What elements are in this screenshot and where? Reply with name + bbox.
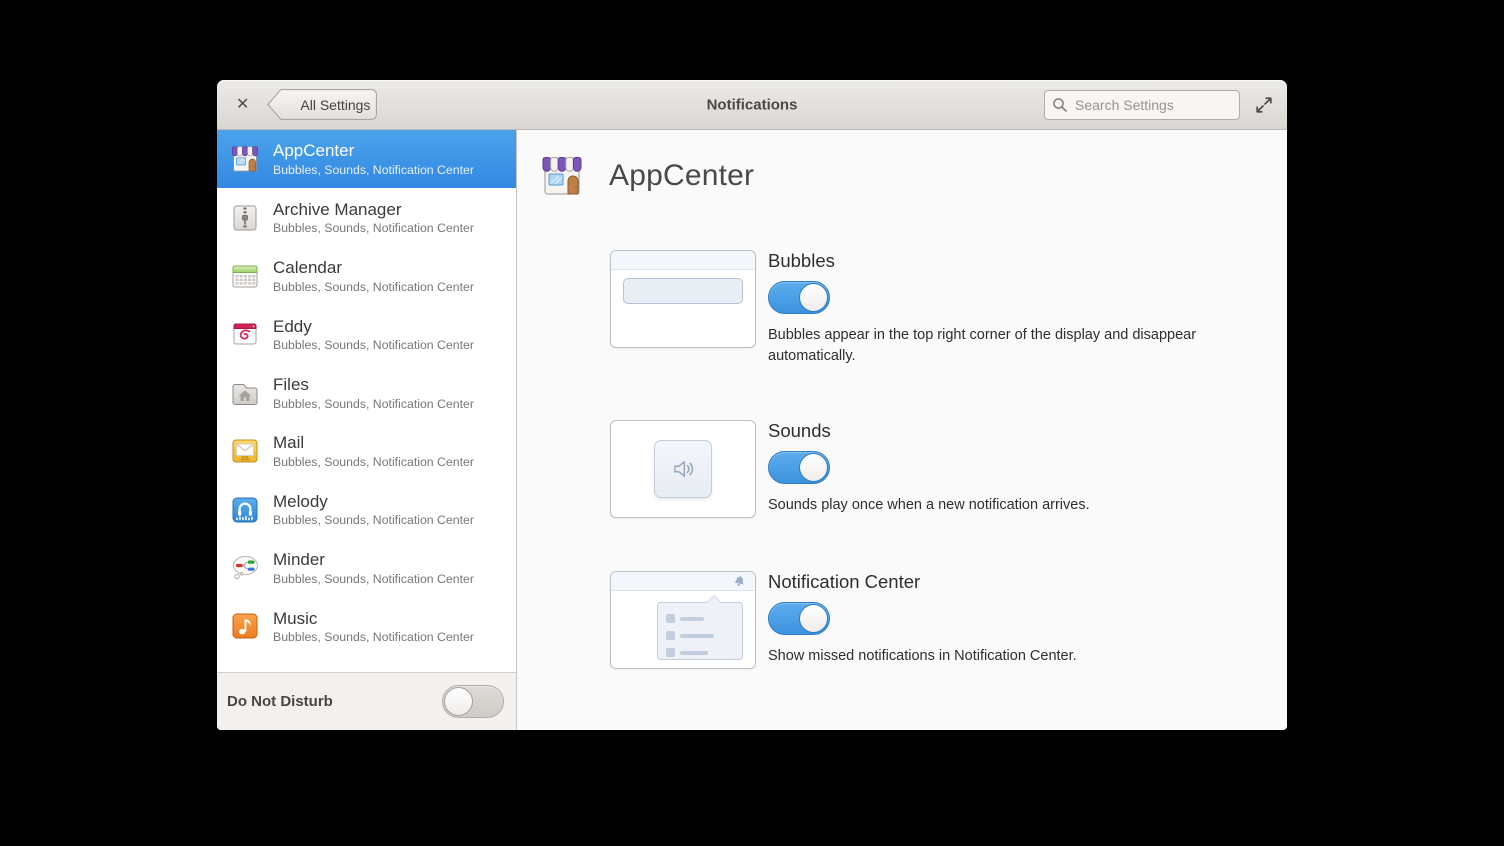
app-page-title: AppCenter bbox=[609, 159, 754, 193]
toggle-knob bbox=[444, 687, 473, 716]
calendar-icon bbox=[229, 260, 261, 292]
app-subtitle: Bubbles, Sounds, Notification Center bbox=[273, 572, 474, 586]
app-subtitle: Bubbles, Sounds, Notification Center bbox=[273, 163, 474, 177]
app-subtitle: Bubbles, Sounds, Notification Center bbox=[273, 455, 474, 469]
close-icon[interactable]: ✕ bbox=[236, 97, 249, 113]
search-field-wrap bbox=[1044, 90, 1240, 120]
notification-row bbox=[666, 614, 734, 623]
notification-center-description: Show missed notifications in Notificatio… bbox=[768, 646, 1248, 667]
notification-center-illustration bbox=[610, 571, 756, 669]
app-title: Music bbox=[273, 609, 474, 629]
eddy-icon bbox=[229, 318, 261, 350]
appcenter-store-icon bbox=[229, 143, 261, 175]
mail-icon bbox=[229, 435, 261, 467]
sidebar-item-eddy[interactable]: Eddy Bubbles, Sounds, Notification Cente… bbox=[217, 305, 516, 363]
settings-window: ✕ All Settings Notifications bbox=[217, 80, 1287, 730]
toggle-knob bbox=[799, 283, 828, 312]
search-icon bbox=[1052, 97, 1068, 113]
app-title: Archive Manager bbox=[273, 200, 474, 220]
illustration-titlebar bbox=[611, 251, 755, 270]
section-sounds: Sounds Sounds play once when a new notif… bbox=[610, 420, 1287, 518]
notification-bubble-shape bbox=[623, 278, 743, 304]
page-title: Notifications bbox=[707, 96, 798, 113]
minder-mindmap-icon bbox=[229, 552, 261, 584]
app-sidebar: AppCenter Bubbles, Sounds, Notification … bbox=[217, 130, 517, 730]
app-subtitle: Bubbles, Sounds, Notification Center bbox=[273, 513, 474, 527]
app-title: AppCenter bbox=[273, 141, 474, 161]
bubbles-toggle[interactable] bbox=[768, 281, 830, 314]
all-settings-back-button[interactable]: All Settings bbox=[267, 89, 377, 120]
sidebar-item-files[interactable]: Files Bubbles, Sounds, Notification Cent… bbox=[217, 364, 516, 422]
section-notification-center: Notification Center Show missed notifica… bbox=[610, 571, 1287, 669]
bubbles-description: Bubbles appear in the top right corner o… bbox=[768, 325, 1248, 367]
window-content: AppCenter Bubbles, Sounds, Notification … bbox=[217, 130, 1287, 730]
sidebar-item-calendar[interactable]: Calendar Bubbles, Sounds, Notification C… bbox=[217, 247, 516, 305]
app-title: Calendar bbox=[273, 258, 474, 278]
sidebar-item-music[interactable]: Music Bubbles, Sounds, Notification Cent… bbox=[217, 597, 516, 655]
illustration-titlebar bbox=[611, 572, 755, 591]
app-title: Melody bbox=[273, 492, 474, 512]
do-not-disturb-bar: Do Not Disturb bbox=[217, 672, 516, 730]
sound-button-shape bbox=[654, 440, 712, 498]
app-subtitle: Bubbles, Sounds, Notification Center bbox=[273, 338, 474, 352]
app-title: Minder bbox=[273, 550, 474, 570]
sounds-toggle[interactable] bbox=[768, 451, 830, 484]
app-header: AppCenter bbox=[538, 152, 1287, 200]
app-title: Mail bbox=[273, 433, 474, 453]
archive-zip-icon bbox=[229, 202, 261, 234]
sidebar-item-archive-manager[interactable]: Archive Manager Bubbles, Sounds, Notific… bbox=[217, 188, 516, 246]
app-subtitle: Bubbles, Sounds, Notification Center bbox=[273, 397, 474, 411]
notification-center-toggle[interactable] bbox=[768, 602, 830, 635]
app-subtitle: Bubbles, Sounds, Notification Center bbox=[273, 630, 474, 644]
speaker-icon bbox=[668, 454, 698, 484]
app-subtitle: Bubbles, Sounds, Notification Center bbox=[273, 280, 474, 294]
app-title: Files bbox=[273, 375, 474, 395]
sounds-description: Sounds play once when a new notification… bbox=[768, 495, 1248, 516]
melody-headphones-icon bbox=[229, 494, 261, 526]
notification-row bbox=[666, 648, 734, 657]
bubbles-title: Bubbles bbox=[768, 250, 1258, 272]
sidebar-item-appcenter[interactable]: AppCenter Bubbles, Sounds, Notification … bbox=[217, 130, 516, 188]
notification-row bbox=[666, 631, 734, 640]
sidebar-item-mail[interactable]: Mail Bubbles, Sounds, Notification Cente… bbox=[217, 422, 516, 480]
desktop-background: { "header": { "close_icon": "✕", "back_l… bbox=[0, 0, 1504, 846]
search-input[interactable] bbox=[1044, 90, 1240, 120]
do-not-disturb-toggle[interactable] bbox=[442, 685, 504, 718]
header-bar: ✕ All Settings Notifications bbox=[217, 80, 1287, 130]
header-right-group bbox=[1044, 90, 1274, 120]
sidebar-item-melody[interactable]: Melody Bubbles, Sounds, Notification Cen… bbox=[217, 480, 516, 538]
do-not-disturb-label: Do Not Disturb bbox=[227, 693, 333, 710]
sounds-illustration bbox=[610, 420, 756, 518]
app-list: AppCenter Bubbles, Sounds, Notification … bbox=[217, 130, 516, 672]
notification-list-panel bbox=[657, 602, 743, 660]
bubbles-illustration bbox=[610, 250, 756, 348]
main-pane: AppCenter Bubbles Bubbles appear in the … bbox=[517, 130, 1287, 730]
music-note-icon bbox=[229, 610, 261, 642]
app-subtitle: Bubbles, Sounds, Notification Center bbox=[273, 221, 474, 235]
settings-sections: Bubbles Bubbles appear in the top right … bbox=[610, 250, 1287, 669]
section-bubbles: Bubbles Bubbles appear in the top right … bbox=[610, 250, 1287, 367]
appcenter-store-icon-large bbox=[538, 152, 586, 200]
expand-window-icon[interactable] bbox=[1254, 95, 1274, 115]
toggle-knob bbox=[799, 604, 828, 633]
app-title: Eddy bbox=[273, 317, 474, 337]
toggle-knob bbox=[799, 453, 828, 482]
back-button-label: All Settings bbox=[293, 89, 377, 120]
bell-icon bbox=[733, 575, 746, 588]
notification-center-title: Notification Center bbox=[768, 571, 1258, 593]
sounds-title: Sounds bbox=[768, 420, 1258, 442]
sidebar-item-minder[interactable]: Minder Bubbles, Sounds, Notification Cen… bbox=[217, 539, 516, 597]
files-folder-icon bbox=[229, 377, 261, 409]
